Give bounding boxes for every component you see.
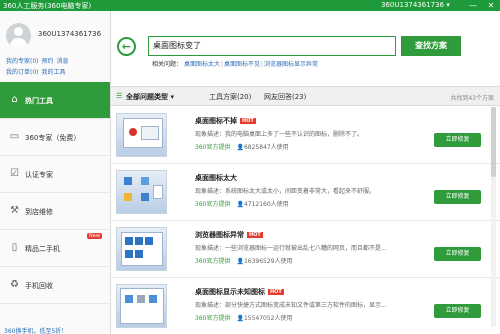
usage-count: 16396529人使用 [243,258,293,265]
sidebar-item-360-expert[interactable]: ▭ 360专家（免费） [0,119,110,156]
result-meta: 360官方提供 👤15547052人使用 [195,313,292,322]
avatar-head-shape [14,27,23,36]
fix-now-button[interactable]: 立即修复 [434,133,481,147]
result-description: 现象描述：一些浏览器图标一运行就被出乱七八糟的网页，而且都不是... [195,245,387,252]
avatar-body-shape [10,38,27,48]
result-meta: 360官方提供 👤4712160人使用 [195,199,289,208]
filter-all-types[interactable]: 全部问题类型 ▾ [126,92,174,102]
result-description: 现象描述：部分快捷方式图标变成未知文件或第三方软件的图标，显示... [195,302,387,309]
home-icon: ⌂ [11,94,18,105]
provider-label: 360官方提供 [195,201,231,208]
related-link[interactable]: 桌面图标太大 [184,61,220,68]
list-item: 桌面图标不掉 HOT 现象描述：我的电脑桌面上多了一些不认识的图标，删除不了。 3… [111,107,500,164]
profile-links-row1: 我的专家(0) 预约 消息 [6,56,72,65]
sidebar-item-hot-tools[interactable]: ⌂ 热门工具 [0,82,110,119]
results-scrollbar[interactable] [491,107,496,327]
list-item: 桌面图标太大 现象描述：系统图标太大或太小，间距变着非常大，看起来不舒服。 36… [111,164,500,221]
sidebar-item-used-phones[interactable]: ▯ 精品二手机 New [0,230,110,267]
user-icon: 👤 [236,315,244,322]
result-description: 现象描述：我的电脑桌面上多了一些不认识的图标，删除不了。 [195,131,364,138]
appointment-link[interactable]: 预约 [42,58,54,65]
sidebar-item-phone-recycle[interactable]: ♻ 手机回收 [0,267,110,304]
provider-label: 360官方提供 [195,144,231,151]
result-thumbnail [116,113,167,157]
usage-count: 15547052人使用 [243,315,293,322]
result-title[interactable]: 浏览器图标异常 HOT [195,230,263,240]
caret-down-icon: ▾ [170,93,174,101]
usage-count: 6825847人使用 [243,144,289,151]
title-bar: 360人工服务(360电脑专家) 360U1374361736 ▾ — ✕ [0,0,500,11]
hot-badge: HOT [268,289,284,295]
list-item: 桌面图标显示未知图标 HOT 现象描述：部分快捷方式图标变成未知文件或第三方软件的… [111,278,500,334]
results-list: 桌面图标不掉 HOT 现象描述：我的电脑桌面上多了一些不认识的图标，删除不了。 3… [111,107,500,334]
related-label: 相关问题： [152,61,183,68]
search-input[interactable]: 桌面图标变了 [148,36,396,56]
messages-link[interactable]: 消息 [57,58,69,65]
my-experts-link[interactable]: 我的专家(0) [6,58,39,65]
check-icon: ☑ [10,168,19,179]
back-button[interactable]: ← [117,37,136,56]
result-meta: 360官方提供 👤16396529人使用 [195,256,292,265]
filter-all-types-label: 全部问题类型 [126,93,168,101]
result-meta: 360官方提供 👤6825847人使用 [195,142,289,151]
filter-bar: ☰ 全部问题类型 ▾ 工具方案(20) 网友回答(23) 共找到43个方案 [111,86,500,106]
scrollbar-thumb[interactable] [491,107,496,177]
close-button[interactable]: ✕ [484,0,498,11]
avatar[interactable] [6,23,31,48]
username: 360U1374361736 [38,30,102,38]
related-link[interactable]: 桌面图标不见 [224,61,260,68]
promo-link[interactable]: 360换手机，低至5折！ [4,326,67,334]
sidebar-item-label: 到店维修 [25,208,53,216]
result-title[interactable]: 桌面图标太大 [195,173,237,183]
tab-netizen-answers[interactable]: 网友回答(23) [264,92,306,102]
account-menu[interactable]: 360U1374361736 ▾ [381,1,450,9]
result-thumbnail [116,284,167,328]
result-thumbnail [116,227,167,271]
chat-icon: ▭ [9,131,20,142]
sidebar-item-label: 360专家（免费） [25,134,81,142]
usage-count: 4712160人使用 [243,201,289,208]
wrench-icon: ⚒ [10,205,19,216]
related-link[interactable]: 浏览器图标显示异常 [264,61,318,68]
arrow-left-icon: ← [121,40,132,53]
result-description: 现象描述：系统图标太大或太小，间距变着非常大，看起来不舒服。 [195,188,376,195]
result-title[interactable]: 桌面图标显示未知图标 HOT [195,287,284,297]
result-count: 共找到43个方案 [450,95,494,102]
user-icon: 👤 [236,201,244,208]
provider-label: 360官方提供 [195,258,231,265]
fix-now-button[interactable]: 立即修复 [434,304,481,318]
hot-badge: HOT [247,232,263,238]
my-tools-link[interactable]: 我的工具 [42,69,66,76]
fix-now-button[interactable]: 立即修复 [434,190,481,204]
related-questions: 相关问题： 桌面图标太大|桌面图标不见|浏览器图标显示异常 [152,61,319,68]
recycle-icon: ♻ [10,279,19,290]
new-badge: New [87,233,102,239]
minimize-button[interactable]: — [466,0,480,11]
result-title[interactable]: 桌面图标不掉 HOT [195,116,256,126]
sidebar-item-label: 认证专家 [25,171,53,179]
sidebar-item-certified-expert[interactable]: ☑ 认证专家 [0,156,110,193]
profile-links-row2: 我的订单(0) 我的工具 [6,67,69,76]
result-thumbnail [116,170,167,214]
list-item: 浏览器图标异常 HOT 现象描述：一些浏览器图标一运行就被出乱七八糟的网页，而且都… [111,221,500,278]
sidebar-item-label: 精品二手机 [25,245,60,253]
user-icon: 👤 [236,144,244,151]
user-icon: 👤 [236,258,244,265]
tab-tools[interactable]: 工具方案(20) [209,92,251,102]
my-orders-link[interactable]: 我的订单(0) [6,69,39,76]
phone-icon: ▯ [11,242,18,253]
sidebar: 360U1374361736 我的专家(0) 预约 消息 我的订单(0) 我的工具 ⌂… [0,11,111,334]
sidebar-item-label: 手机回收 [25,282,53,290]
hot-badge: HOT [240,118,256,124]
list-icon: ☰ [116,92,123,100]
sidebar-item-label: 热门工具 [25,97,53,105]
fix-now-button[interactable]: 立即修复 [434,247,481,261]
sidebar-item-store-repair[interactable]: ⚒ 到店维修 [0,193,110,230]
app-title: 360人工服务(360电脑专家) [3,2,92,10]
provider-label: 360官方提供 [195,315,231,322]
search-button[interactable]: 查找方案 [401,36,461,56]
